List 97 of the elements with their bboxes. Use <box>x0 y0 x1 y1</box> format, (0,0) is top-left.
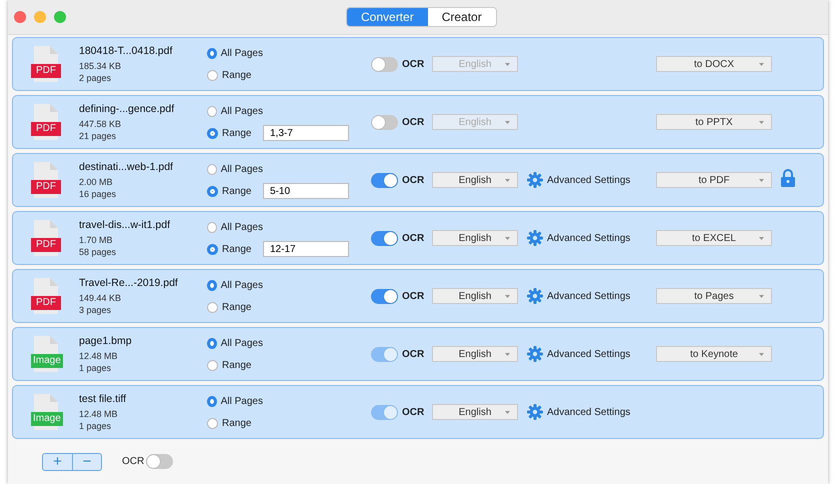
file-type-label: Image <box>31 354 63 368</box>
ocr-toggle[interactable] <box>371 114 398 130</box>
gear-icon <box>527 172 543 188</box>
range-field[interactable]: 5-10 <box>263 183 349 199</box>
language-dropdown[interactable]: English <box>432 288 518 304</box>
language-dropdown[interactable]: English <box>432 346 518 362</box>
format-dropdown[interactable]: to DOCX <box>656 56 772 72</box>
file-name: Travel-Re...-2019.pdf <box>79 277 179 289</box>
radio-button[interactable]: Range <box>207 360 263 370</box>
ocr-toggle[interactable] <box>371 56 398 72</box>
file-type-label: PDF <box>31 122 61 136</box>
file-type-label: PDF <box>31 238 61 252</box>
file-size: 447.58 KB <box>79 119 122 129</box>
radio-button[interactable]: All Pages <box>207 338 263 348</box>
caret-icon <box>759 63 764 66</box>
window-button[interactable] <box>34 11 46 23</box>
radio-button[interactable]: Range <box>207 128 263 138</box>
language-dropdown[interactable]: English <box>432 230 518 246</box>
page-count: 21 pages <box>79 131 118 141</box>
language-dropdown[interactable]: English <box>432 404 518 420</box>
ocr-label: OCR <box>122 456 144 467</box>
file-size: 12.48 MB <box>79 409 119 419</box>
ocr-toggle[interactable] <box>146 454 174 469</box>
caret-icon <box>505 411 510 414</box>
radio-button[interactable]: All Pages <box>207 106 263 116</box>
page-count: 16 pages <box>79 189 118 199</box>
radio-button[interactable]: Range <box>207 418 263 428</box>
radio-button[interactable]: Range <box>207 70 263 80</box>
tab[interactable]: Converter <box>347 8 428 26</box>
advanced-settings-button[interactable]: Advanced Settings <box>527 404 630 420</box>
radio-button[interactable]: All Pages <box>207 280 263 290</box>
ocr-toggle[interactable] <box>371 230 398 246</box>
caret-icon <box>759 179 764 182</box>
caret-icon <box>759 295 764 298</box>
gear-icon <box>527 346 543 362</box>
radio-button[interactable]: Range <box>207 244 263 254</box>
format-dropdown[interactable]: to Pages <box>656 288 772 304</box>
ocr-label: OCR <box>402 232 424 244</box>
file-type-label: PDF <box>31 296 61 310</box>
file-type-label: PDF <box>31 64 61 78</box>
advanced-settings-button[interactable]: Advanced Settings <box>527 230 630 246</box>
ocr-label: OCR <box>402 58 424 70</box>
ocr-label: OCR <box>402 406 424 418</box>
ocr-label: OCR <box>402 116 424 128</box>
window-button[interactable] <box>14 11 26 23</box>
page-count: 3 pages <box>79 305 112 315</box>
ocr-toggle[interactable] <box>371 172 398 188</box>
radio-button[interactable]: Range <box>207 302 263 312</box>
file-name: defining-...gence.pdf <box>79 103 176 115</box>
radio-button[interactable]: All Pages <box>207 222 263 232</box>
page-count: 1 pages <box>79 363 112 373</box>
advanced-settings-button[interactable]: Advanced Settings <box>527 172 630 188</box>
caret-icon <box>505 63 510 66</box>
advanced-settings-button[interactable]: Advanced Settings <box>527 346 630 362</box>
file-name: destinati...web-1.pdf <box>79 161 174 173</box>
file-size: 12.48 MB <box>79 351 119 361</box>
ocr-label: OCR <box>402 290 424 302</box>
page-count: 2 pages <box>79 73 112 83</box>
window-button[interactable] <box>54 11 66 23</box>
file-name: test file.tiff <box>79 393 128 405</box>
format-dropdown[interactable]: to PDF <box>656 172 772 188</box>
page-count: 1 pages <box>79 421 112 431</box>
format-dropdown[interactable]: to Keynote <box>656 346 772 362</box>
file-name: page1.bmp <box>79 335 133 347</box>
caret-icon <box>759 353 764 356</box>
radio-button[interactable]: All Pages <box>207 396 263 406</box>
file-type-label: Image <box>31 412 63 426</box>
radio-button[interactable]: All Pages <box>207 48 263 58</box>
advanced-settings-button[interactable]: Advanced Settings <box>527 288 630 304</box>
ocr-label: OCR <box>402 348 424 360</box>
radio-button[interactable]: Range <box>207 186 263 196</box>
caret-icon <box>505 121 510 124</box>
ocr-label: OCR <box>402 174 424 186</box>
gear-icon <box>527 404 543 420</box>
file-name: travel-dis...w-it1.pdf <box>79 219 172 231</box>
caret-icon <box>759 237 764 240</box>
file-type-label: PDF <box>31 180 61 194</box>
radio-button[interactable]: All Pages <box>207 164 263 174</box>
file-size: 149.44 KB <box>79 293 122 303</box>
caret-icon <box>505 237 510 240</box>
format-dropdown[interactable]: to PPTX <box>656 114 772 130</box>
caret-icon <box>505 179 510 182</box>
ocr-toggle[interactable] <box>371 288 398 304</box>
page-count: 58 pages <box>79 247 118 257</box>
caret-icon <box>505 295 510 298</box>
file-size: 1.70 MB <box>79 235 114 245</box>
caret-icon <box>759 121 764 124</box>
language-dropdown[interactable]: English <box>432 172 518 188</box>
file-size: 2.00 MB <box>79 177 114 187</box>
range-field[interactable]: 1,3-7 <box>263 125 349 141</box>
caret-icon <box>505 353 510 356</box>
range-field[interactable]: 12-17 <box>263 241 349 257</box>
gear-icon <box>527 288 543 304</box>
gear-icon <box>527 230 543 246</box>
file-name: 180418-T...0418.pdf <box>79 45 174 57</box>
format-dropdown[interactable]: to EXCEL <box>656 230 772 246</box>
file-size: 185.34 KB <box>79 61 122 71</box>
